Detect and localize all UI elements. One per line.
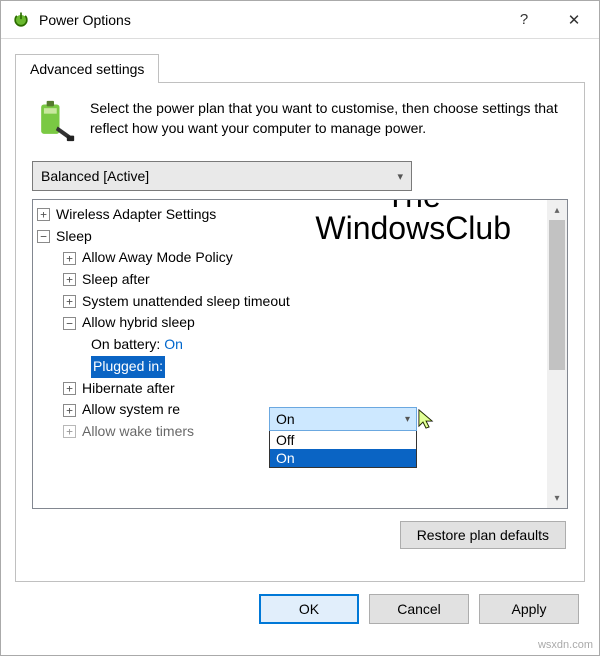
plugged-in-combobox[interactable]: On ▾ Off On	[269, 407, 417, 468]
tab-panel: Select the power plan that you want to c…	[15, 82, 585, 582]
power-icon	[11, 10, 31, 30]
expand-icon[interactable]: +	[63, 273, 76, 286]
description-text: Select the power plan that you want to c…	[90, 99, 568, 138]
cancel-button[interactable]: Cancel	[369, 594, 469, 624]
expand-icon[interactable]: +	[63, 382, 76, 395]
ok-button[interactable]: OK	[259, 594, 359, 624]
combobox-option-on[interactable]: On	[270, 449, 416, 467]
expand-icon[interactable]: +	[63, 252, 76, 265]
help-button[interactable]: ?	[499, 1, 549, 39]
battery-icon	[32, 99, 76, 143]
tree-item-sleep-after[interactable]: + Sleep after	[37, 269, 567, 291]
scroll-thumb[interactable]	[549, 220, 565, 370]
titlebar: Power Options ? ✕	[1, 1, 599, 39]
vertical-scrollbar[interactable]: ▴ ▾	[547, 200, 567, 508]
tree-item-plugged-in[interactable]: Plugged in:	[37, 356, 567, 378]
tree-item-sleep[interactable]: − Sleep	[37, 226, 567, 248]
close-button[interactable]: ✕	[549, 1, 599, 39]
client-area: Advanced settings Select the power plan …	[1, 39, 599, 582]
plugged-in-label: Plugged in:	[91, 356, 165, 378]
collapse-icon[interactable]: −	[63, 317, 76, 330]
power-options-dialog: Power Options ? ✕ Advanced settings Sele…	[0, 0, 600, 656]
apply-button[interactable]: Apply	[479, 594, 579, 624]
collapse-icon[interactable]: −	[37, 230, 50, 243]
scroll-down-button[interactable]: ▾	[547, 488, 567, 508]
scroll-up-button[interactable]: ▴	[547, 200, 567, 220]
tree-item-system-unattended[interactable]: + System unattended sleep timeout	[37, 291, 567, 313]
on-battery-value[interactable]: On	[164, 334, 183, 356]
tree-item-on-battery[interactable]: On battery: On	[37, 334, 567, 356]
tree-item-hibernate-after[interactable]: + Hibernate after	[37, 378, 567, 400]
chevron-down-icon: ▾	[397, 170, 403, 183]
tab-strip: Advanced settings	[15, 53, 585, 82]
tree-item-wireless[interactable]: + Wireless Adapter Settings	[37, 204, 567, 226]
expand-icon[interactable]: +	[37, 208, 50, 221]
tree-item-allow-away-mode[interactable]: + Allow Away Mode Policy	[37, 247, 567, 269]
window-title: Power Options	[39, 12, 499, 28]
combobox-list: Off On	[269, 431, 417, 468]
tab-advanced-settings[interactable]: Advanced settings	[15, 54, 159, 83]
expand-icon[interactable]: +	[63, 425, 76, 438]
combobox-option-off[interactable]: Off	[270, 431, 416, 449]
expand-icon[interactable]: +	[63, 404, 76, 417]
power-plan-dropdown[interactable]: Balanced [Active] ▾	[32, 161, 412, 191]
tree-item-allow-hybrid-sleep[interactable]: − Allow hybrid sleep	[37, 312, 567, 334]
settings-tree: + Wireless Adapter Settings − Sleep + Al…	[32, 199, 568, 509]
restore-plan-defaults-button[interactable]: Restore plan defaults	[400, 521, 566, 549]
dialog-buttons: OK Cancel Apply	[1, 582, 599, 636]
combobox-selected[interactable]: On ▾	[269, 407, 417, 431]
chevron-down-icon: ▾	[405, 414, 410, 425]
power-plan-selected: Balanced [Active]	[41, 168, 149, 184]
expand-icon[interactable]: +	[63, 295, 76, 308]
site-watermark: wsxdn.com	[538, 639, 593, 651]
